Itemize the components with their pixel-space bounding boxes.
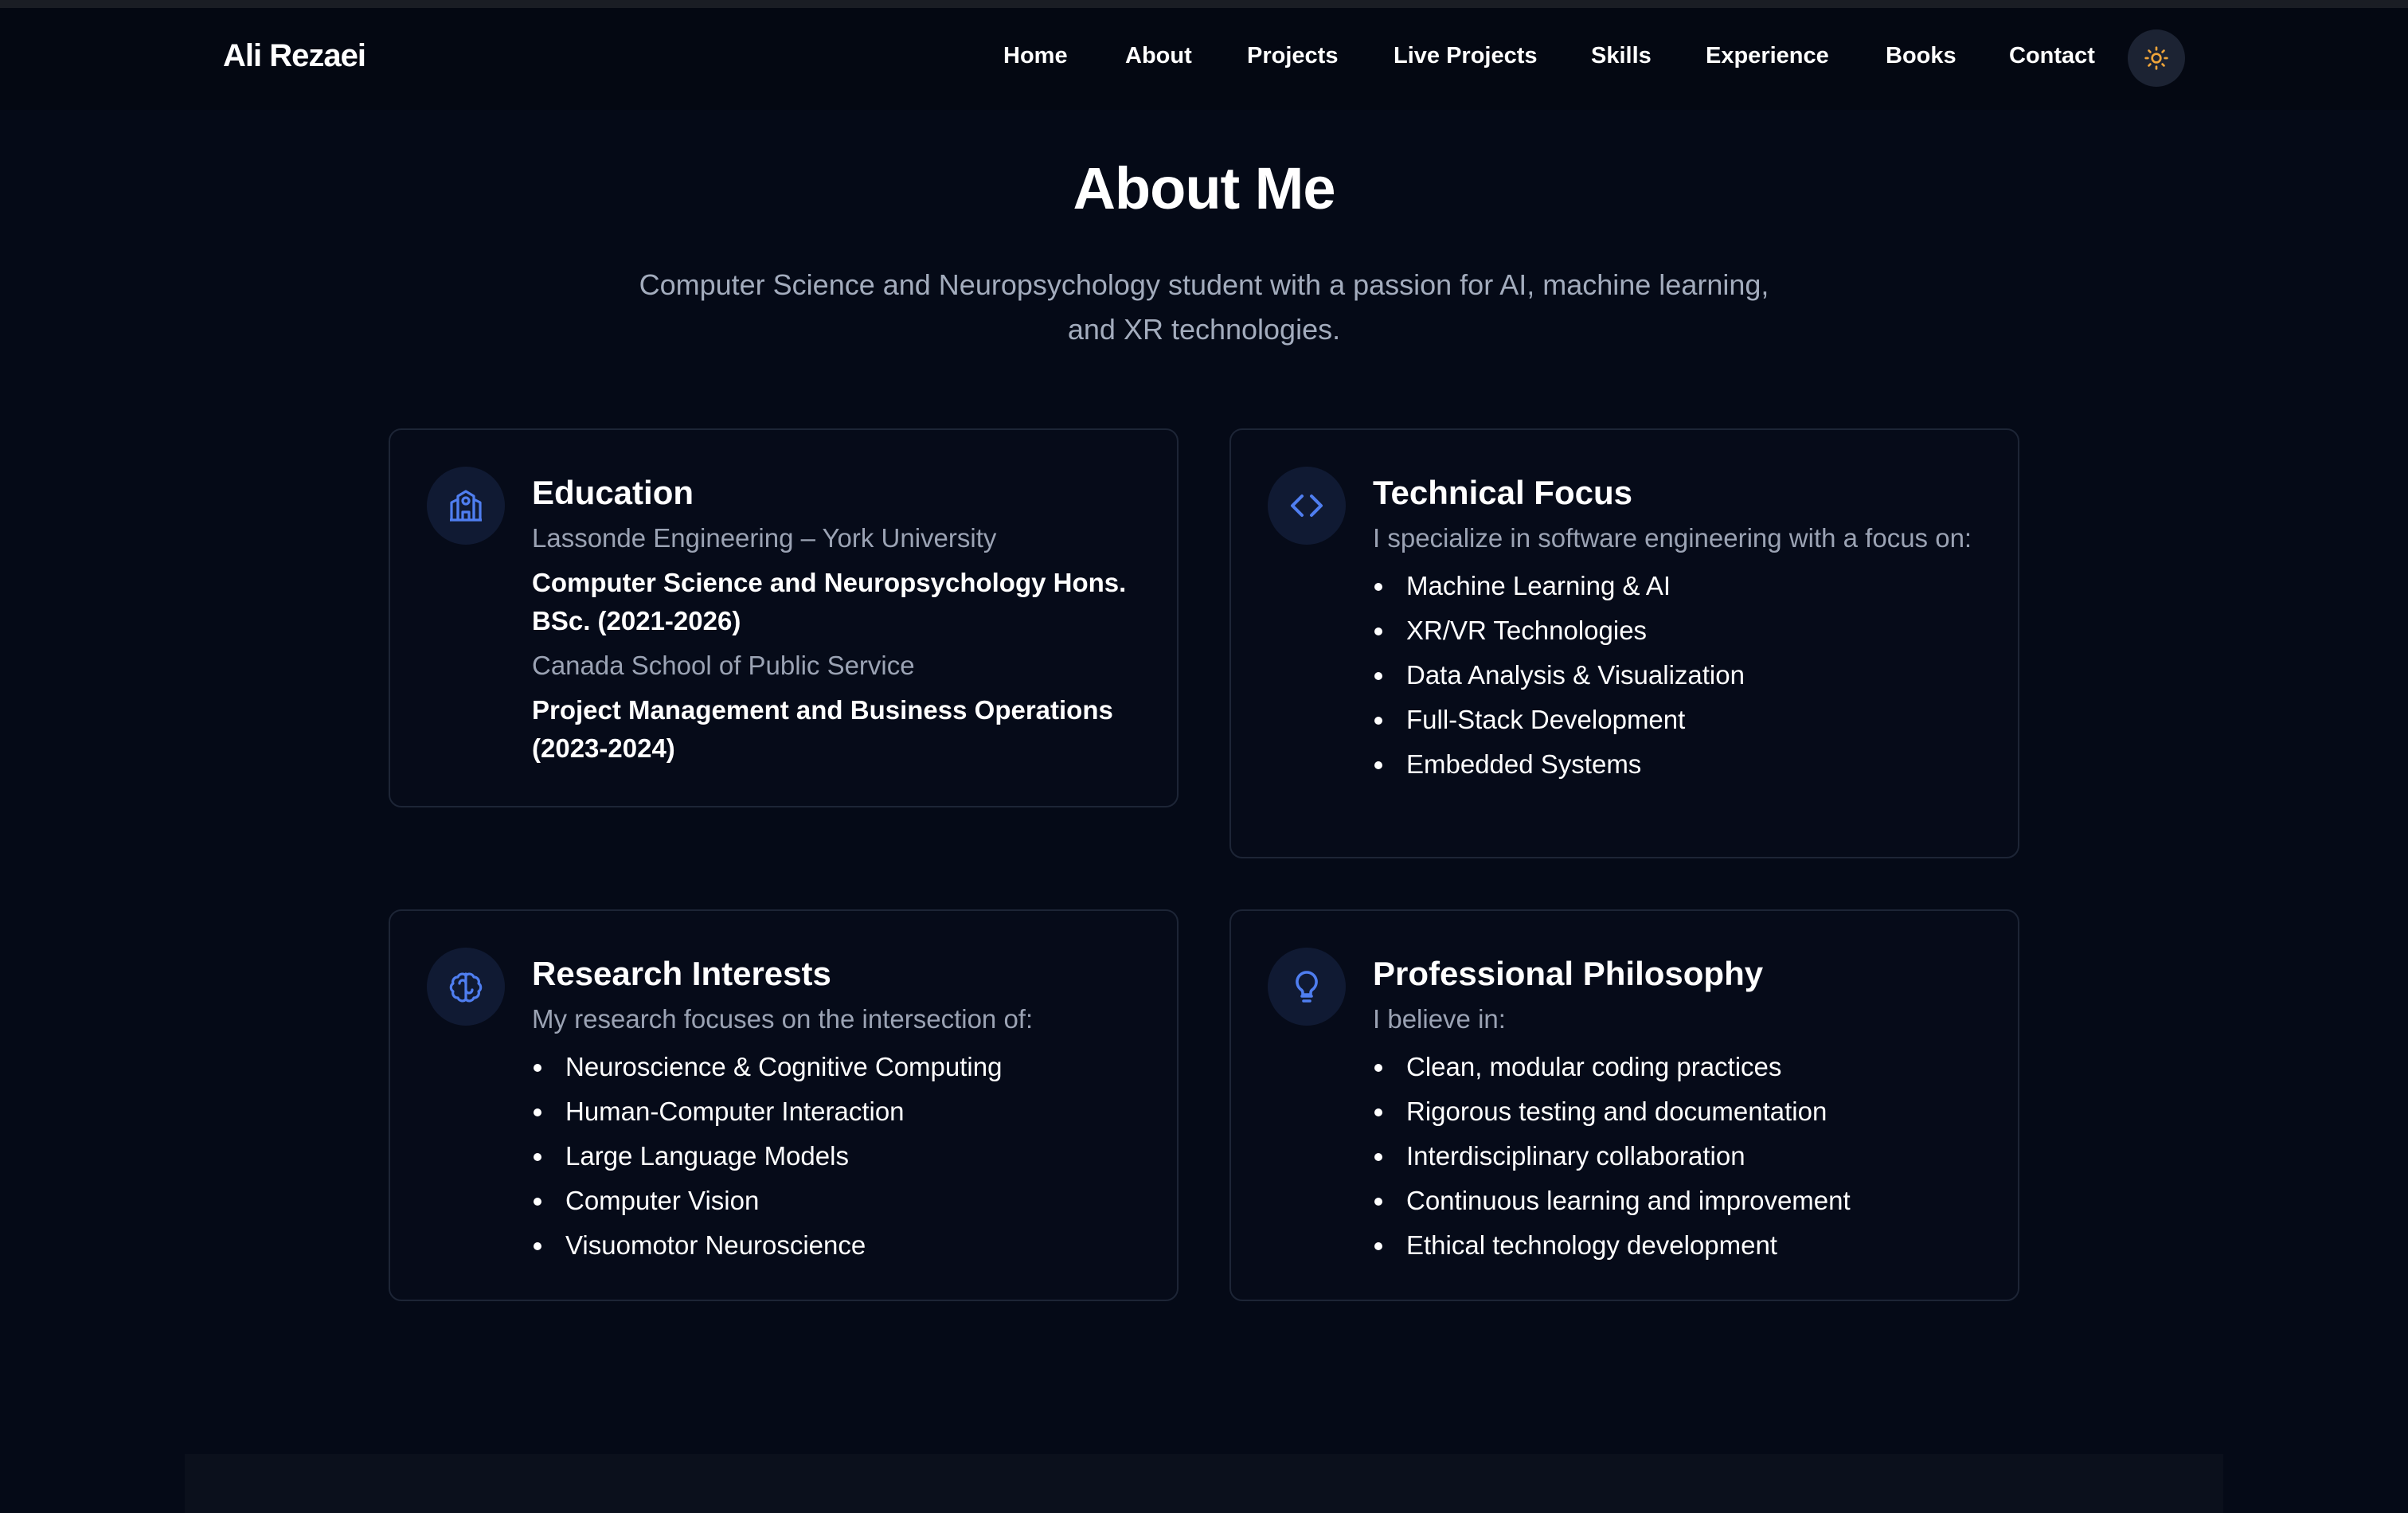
list-item: Full-Stack Development [1373,698,1980,742]
page-subtitle: Computer Science and Neuropsychology stu… [639,268,1769,346]
nav-link-contact[interactable]: Contact [2009,43,2095,69]
nav-link-experience[interactable]: Experience [1706,43,1829,69]
education-program: Computer Science and Neuropsychology Hon… [532,568,1127,635]
navbar: Ali Rezaei Home About Projects Live Proj… [0,8,2408,110]
technical-icon-badge [1268,467,1346,545]
education-program: Project Management and Business Operatio… [532,695,1113,763]
education-card: Education Lassonde Engineering – York Un… [389,428,1179,807]
nav-link-live-projects[interactable]: Live Projects [1394,43,1538,69]
list-item: Interdisciplinary collaboration [1373,1134,1980,1179]
list-item: Rigorous testing and documentation [1373,1089,1980,1134]
list-item: Machine Learning & AI [1373,564,1980,608]
nav-link-home[interactable]: Home [1003,43,1068,69]
list-item: Neuroscience & Cognitive Computing [532,1045,1139,1089]
list-item: Embedded Systems [1373,742,1980,787]
nav-link-about[interactable]: About [1125,43,1192,69]
philosophy-list: Clean, modular coding practices Rigorous… [1373,1045,1980,1268]
list-item: Clean, modular coding practices [1373,1045,1980,1089]
list-item: Visuomotor Neuroscience [532,1223,1139,1268]
technical-focus-card: Technical Focus I specialize in software… [1229,428,2019,858]
nav-link-skills[interactable]: Skills [1591,43,1652,69]
theme-toggle-button[interactable] [2128,29,2185,87]
education-org: Lassonde Engineering – York University [532,523,997,553]
philosophy-icon-badge [1268,948,1346,1026]
card-title: Professional Philosophy [1373,955,1764,992]
top-edge [0,0,2408,8]
list-item: Human-Computer Interaction [532,1089,1139,1134]
brain-icon [449,972,483,1003]
next-section-band [185,1454,2223,1513]
code-icon [1291,495,1323,517]
card-title: Education [532,474,694,511]
research-interests-card: Research Interests My research focuses o… [389,909,1179,1301]
list-item: Data Analysis & Visualization [1373,653,1980,698]
list-item: Computer Vision [532,1179,1139,1223]
lightbulb-icon [1296,971,1318,1003]
sun-icon [2144,46,2168,70]
school-icon [450,490,482,522]
education-org: Canada School of Public Service [532,651,915,680]
nav-link-projects[interactable]: Projects [1247,43,1338,69]
education-icon-badge [427,467,505,545]
card-title: Research Interests [532,955,831,992]
technical-focus-list: Machine Learning & AI XR/VR Technologies… [1373,564,1980,787]
page-title: About Me [1073,155,1335,221]
list-item: Large Language Models [532,1134,1139,1179]
card-intro: I believe in: [1373,1004,1506,1034]
nav-link-books[interactable]: Books [1886,43,1956,69]
card-intro: I specialize in software engineering wit… [1373,523,1972,553]
card-intro: My research focuses on the intersection … [532,1004,1034,1034]
card-title: Technical Focus [1373,474,1632,511]
research-icon-badge [427,948,505,1026]
research-interests-list: Neuroscience & Cognitive Computing Human… [532,1045,1139,1268]
list-item: Ethical technology development [1373,1223,1980,1268]
list-item: Continuous learning and improvement [1373,1179,1980,1223]
professional-philosophy-card: Professional Philosophy I believe in: Cl… [1229,909,2019,1301]
list-item: XR/VR Technologies [1373,608,1980,653]
nav-links: Home About Projects Live Projects Skills… [0,43,2408,75]
